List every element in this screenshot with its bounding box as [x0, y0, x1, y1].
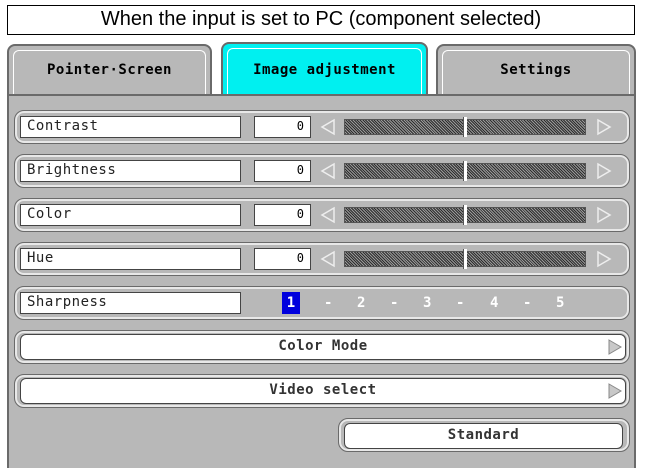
caption-box: When the input is set to PC (component s… — [7, 5, 635, 35]
sharpness-label: Sharpness — [20, 292, 241, 314]
contrast-value[interactable]: 0 — [254, 116, 311, 138]
sharpness-separator: - — [390, 295, 399, 311]
brightness-label: Brightness — [20, 160, 241, 182]
hue-value[interactable]: 0 — [254, 248, 311, 270]
sharpness-level-4[interactable]: 4 — [490, 292, 498, 314]
chevron-right-icon — [608, 339, 622, 355]
tab-label: Pointer·Screen — [46, 62, 172, 78]
sharpness-separator: - — [456, 295, 465, 311]
hue-slider[interactable] — [344, 249, 586, 269]
brightness-increase-icon[interactable] — [596, 162, 612, 180]
contrast-increase-icon[interactable] — [596, 118, 612, 136]
standard-button[interactable]: Standard — [344, 423, 623, 449]
tab-settings[interactable]: Settings — [436, 44, 636, 94]
brightness-value[interactable]: 0 — [254, 160, 311, 182]
color-mode-label: Color Mode — [278, 338, 368, 354]
color-value[interactable]: 0 — [254, 204, 311, 226]
contrast-decrease-icon[interactable] — [320, 118, 336, 136]
sharpness-level-2[interactable]: 2 — [357, 292, 365, 314]
contrast-label: Contrast — [20, 116, 241, 138]
color-increase-icon[interactable] — [596, 206, 612, 224]
contrast-slider[interactable] — [344, 117, 586, 137]
hue-label: Hue — [20, 248, 241, 270]
tab-image-adjustment[interactable]: Image adjustment — [221, 42, 428, 96]
hue-decrease-icon[interactable] — [320, 250, 336, 268]
tab-pointer-screen[interactable]: Pointer·Screen — [7, 44, 212, 94]
hue-increase-icon[interactable] — [596, 250, 612, 268]
chevron-right-icon — [608, 383, 622, 399]
sharpness-level-1[interactable]: 1 — [282, 292, 300, 314]
image-adjustment-panel — [7, 94, 636, 468]
brightness-decrease-icon[interactable] — [320, 162, 336, 180]
sharpness-level-5[interactable]: 5 — [556, 292, 564, 314]
color-label: Color — [20, 204, 241, 226]
tab-label: Image adjustment — [253, 62, 396, 78]
tab-label: Settings — [500, 62, 572, 78]
sharpness-level-3[interactable]: 3 — [423, 292, 431, 314]
sharpness-separator: - — [324, 295, 333, 311]
color-decrease-icon[interactable] — [320, 206, 336, 224]
color-slider[interactable] — [344, 205, 586, 225]
brightness-slider[interactable] — [344, 161, 586, 181]
video-select-button[interactable]: Video select — [20, 378, 626, 404]
sharpness-separator: - — [523, 295, 532, 311]
color-mode-button[interactable]: Color Mode — [20, 334, 626, 360]
video-select-label: Video select — [269, 382, 377, 398]
